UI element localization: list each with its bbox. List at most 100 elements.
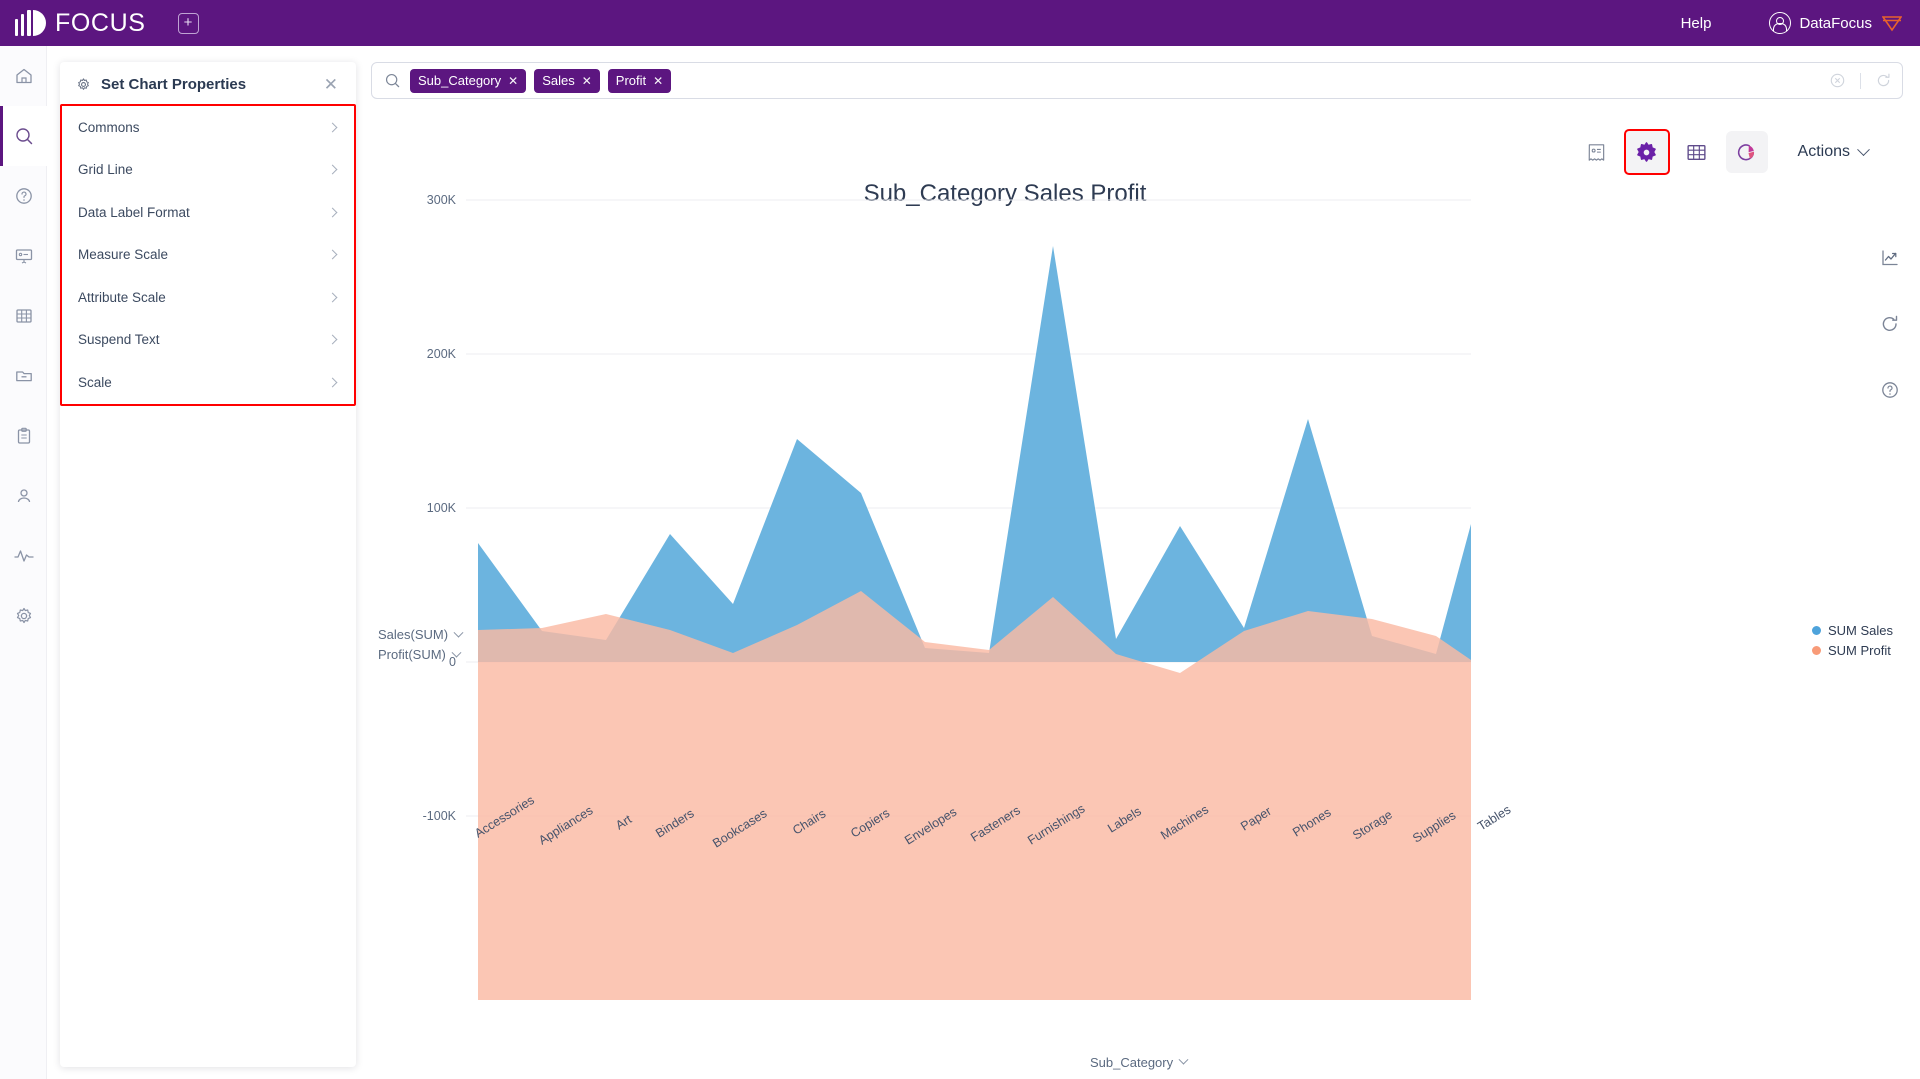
focus-mark-icon <box>14 10 54 36</box>
user-icon <box>17 489 30 503</box>
sidebar-item-folder[interactable] <box>0 346 47 406</box>
chevron-right-icon <box>327 122 338 133</box>
gear-icon <box>78 77 89 90</box>
chevron-right-icon <box>327 249 338 260</box>
table-grid-icon <box>15 309 32 323</box>
svg-text:300K: 300K <box>427 193 457 207</box>
search-icon <box>15 128 32 145</box>
svg-text:Tables: Tables <box>1475 803 1513 834</box>
app-header: FOCUS + Help DataFocus <box>0 0 1920 46</box>
trend-chart-button[interactable] <box>1868 225 1912 291</box>
chevron-right-icon <box>327 207 338 218</box>
chevron-right-icon <box>327 292 338 303</box>
chip-sales[interactable]: Sales ✕ <box>534 68 600 93</box>
avatar <box>1769 12 1792 34</box>
chart-type-button[interactable] <box>1725 131 1768 173</box>
chip-label: Profit <box>615 73 647 88</box>
prop-item-suspend-text[interactable]: Suspend Text <box>62 319 354 362</box>
set-chart-properties-panel: Set Chart Properties ✕ Commons Grid Line… <box>60 62 356 1067</box>
prop-item-scale[interactable]: Scale <box>62 361 354 404</box>
sidebar-item-help[interactable] <box>0 166 47 226</box>
prop-label: Grid Line <box>78 162 133 178</box>
legend-item-sales[interactable]: SUM Sales <box>1812 620 1893 640</box>
folder-minus-icon <box>15 371 32 382</box>
sidebar-item-clipboard[interactable] <box>0 406 47 466</box>
table-grid-icon <box>1687 144 1706 160</box>
measure-label: Profit(SUM) <box>378 647 446 662</box>
receipt-icon <box>1588 143 1605 161</box>
datafocus-diamond-icon <box>1882 16 1902 32</box>
prop-item-data-label-format[interactable]: Data Label Format <box>62 191 354 234</box>
page-title: Set Chart Properties <box>101 75 247 93</box>
close-icon[interactable]: ✕ <box>320 74 342 95</box>
reset-icon[interactable] <box>1875 72 1892 89</box>
chip-profit[interactable]: Profit ✕ <box>607 68 672 93</box>
chevron-right-icon <box>327 164 338 175</box>
prop-label: Attribute Scale <box>78 289 166 305</box>
chip-label: Sub_Category <box>418 73 502 88</box>
chart-toolbar: Actions <box>1576 129 1870 175</box>
measure-profit-selector[interactable]: Profit(SUM) <box>378 645 462 665</box>
attribute-label: Sub_Category <box>1090 1055 1174 1070</box>
prop-item-measure-scale[interactable]: Measure Scale <box>62 234 354 277</box>
sidebar-item-user[interactable] <box>0 466 47 526</box>
legend-label: SUM Sales <box>1828 622 1894 638</box>
help-link[interactable]: Help <box>1681 15 1712 32</box>
prop-label: Measure Scale <box>78 247 169 263</box>
receipt-view-button[interactable] <box>1576 131 1618 173</box>
close-icon[interactable]: ✕ <box>582 74 592 88</box>
sidebar-item-home[interactable] <box>0 46 47 106</box>
y-axis-tick-labels: 300K 200K 100K 0 -100K <box>423 193 457 823</box>
plus-square-icon[interactable]: + <box>177 12 199 34</box>
right-tool-rail <box>1868 225 1912 423</box>
help-button[interactable] <box>1868 357 1912 423</box>
chevron-down-icon <box>1178 1054 1189 1065</box>
clipboard-icon <box>17 427 30 444</box>
refresh-icon <box>1882 315 1898 332</box>
area-chart-svg: 300K 200K 100K 0 -100K Accessories Appli… <box>423 193 1513 1000</box>
user-name: DataFocus <box>1799 14 1872 32</box>
chevron-down-icon <box>1857 142 1870 156</box>
actions-label: Actions <box>1797 143 1850 160</box>
sidebar-item-table[interactable] <box>0 286 47 346</box>
sidebar-item-activity[interactable] <box>0 526 47 586</box>
legend-swatch <box>1812 625 1821 635</box>
trend-chart-icon <box>1882 250 1898 266</box>
legend-item-profit[interactable]: SUM Profit <box>1812 640 1893 660</box>
chevron-down-icon <box>453 627 464 638</box>
chart-properties-button[interactable] <box>1623 129 1670 175</box>
prop-label: Scale <box>78 374 112 390</box>
clear-circle-icon[interactable] <box>1829 72 1846 89</box>
brand-logo: FOCUS <box>14 9 146 38</box>
prop-item-attribute-scale[interactable]: Attribute Scale <box>62 276 354 319</box>
presentation-icon <box>15 249 32 264</box>
svg-text:100K: 100K <box>427 501 457 515</box>
prop-item-grid-line[interactable]: Grid Line <box>62 149 354 192</box>
attribute-axis-selector[interactable]: Sub_Category <box>1090 1054 1189 1070</box>
gear-icon <box>16 607 31 624</box>
svg-text:200K: 200K <box>427 347 457 361</box>
legend-swatch <box>1812 645 1821 655</box>
chevron-right-icon <box>327 377 338 388</box>
svg-text:-100K: -100K <box>423 809 457 823</box>
table-view-button[interactable] <box>1676 131 1718 173</box>
user-menu[interactable]: DataFocus <box>1769 12 1902 34</box>
search-bar[interactable]: Sub_Category ✕ Sales ✕ Profit ✕ <box>371 62 1903 99</box>
brand-name: FOCUS <box>55 8 146 37</box>
sidebar-item-search[interactable] <box>0 106 47 166</box>
actions-dropdown[interactable]: Actions <box>1797 142 1870 161</box>
series-area-profit <box>478 591 1471 1000</box>
series-area-sales <box>478 246 1471 662</box>
properties-panel-header: Set Chart Properties ✕ <box>60 62 356 106</box>
refresh-button[interactable] <box>1868 291 1912 357</box>
prop-item-commons[interactable]: Commons <box>62 106 354 149</box>
prop-label: Data Label Format <box>78 204 190 220</box>
sidebar-item-board[interactable] <box>0 226 47 286</box>
chip-sub-category[interactable]: Sub_Category ✕ <box>410 68 527 93</box>
question-circle-icon <box>1882 382 1898 398</box>
sidebar-item-settings[interactable] <box>0 586 47 646</box>
prop-label: Suspend Text <box>78 332 160 348</box>
measure-sales-selector[interactable]: Sales(SUM) <box>378 625 464 645</box>
close-icon[interactable]: ✕ <box>508 74 518 88</box>
close-icon[interactable]: ✕ <box>653 74 663 88</box>
